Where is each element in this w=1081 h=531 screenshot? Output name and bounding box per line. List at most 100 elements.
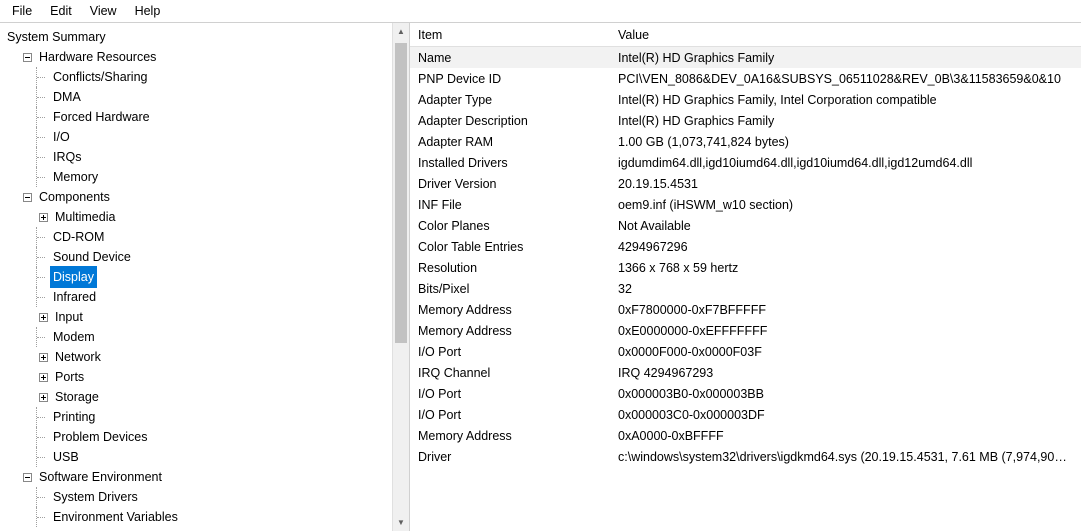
- column-header-item[interactable]: Item: [410, 28, 610, 42]
- menu-file[interactable]: File: [4, 2, 40, 20]
- tree-node-infrared[interactable]: Infrared: [4, 287, 392, 307]
- tree-node-system-drivers[interactable]: System Drivers: [4, 487, 392, 507]
- details-cell-item: I/O Port: [410, 408, 610, 422]
- tree-label: USB: [50, 446, 82, 468]
- details-cell-item: Color Table Entries: [410, 240, 610, 254]
- details-cell-value: 4294967296: [610, 240, 1081, 254]
- expand-icon[interactable]: [36, 210, 50, 224]
- tree-label: Problem Devices: [50, 426, 150, 448]
- tree-label: Input: [52, 306, 86, 328]
- tree-node-storage[interactable]: Storage: [4, 387, 392, 407]
- details-row[interactable]: Adapter TypeIntel(R) HD Graphics Family,…: [410, 89, 1081, 110]
- details-row[interactable]: Memory Address0xA0000-0xBFFFF: [410, 425, 1081, 446]
- tree-node-input[interactable]: Input: [4, 307, 392, 327]
- details-cell-item: Memory Address: [410, 429, 610, 443]
- details-cell-value: PCI\VEN_8086&DEV_0A16&SUBSYS_06511028&RE…: [610, 72, 1081, 86]
- scroll-up-icon[interactable]: ▲: [393, 23, 409, 40]
- details-row[interactable]: I/O Port0x000003B0-0x000003BB: [410, 383, 1081, 404]
- details-cell-item: Driver Version: [410, 177, 610, 191]
- details-row[interactable]: Adapter RAM1.00 GB (1,073,741,824 bytes): [410, 131, 1081, 152]
- details-cell-value: 0x000003C0-0x000003DF: [610, 408, 1081, 422]
- details-cell-value: 20.19.15.4531: [610, 177, 1081, 191]
- details-cell-item: Memory Address: [410, 324, 610, 338]
- tree-label: Conflicts/Sharing: [50, 66, 151, 88]
- collapse-icon[interactable]: [20, 190, 34, 204]
- tree-label: Components: [36, 186, 113, 208]
- tree-label-selected: Display: [50, 266, 97, 288]
- tree-node-hardware-resources[interactable]: Hardware Resources: [4, 47, 392, 67]
- tree-node-ports[interactable]: Ports: [4, 367, 392, 387]
- tree-node-sound-device[interactable]: Sound Device: [4, 247, 392, 267]
- details-row[interactable]: Memory Address0xE0000000-0xEFFFFFFF: [410, 320, 1081, 341]
- tree-node-multimedia[interactable]: Multimedia: [4, 207, 392, 227]
- tree-label: Multimedia: [52, 206, 118, 228]
- details-cell-value: 1.00 GB (1,073,741,824 bytes): [610, 135, 1081, 149]
- tree-label: Memory: [50, 166, 101, 188]
- details-cell-value: oem9.inf (iHSWM_w10 section): [610, 198, 1081, 212]
- tree-node-system-summary[interactable]: System Summary: [4, 27, 392, 47]
- tree-node-environment-variables[interactable]: Environment Variables: [4, 507, 392, 527]
- details-cell-value: 32: [610, 282, 1081, 296]
- tree-node-io[interactable]: I/O: [4, 127, 392, 147]
- details-row[interactable]: Driverc:\windows\system32\drivers\igdkmd…: [410, 446, 1081, 467]
- tree-node-software-environment[interactable]: Software Environment: [4, 467, 392, 487]
- tree-node-cd-rom[interactable]: CD-ROM: [4, 227, 392, 247]
- details-cell-value: 0xF7800000-0xF7BFFFFF: [610, 303, 1081, 317]
- collapse-icon[interactable]: [20, 50, 34, 64]
- expand-icon[interactable]: [36, 350, 50, 364]
- details-row[interactable]: Color PlanesNot Available: [410, 215, 1081, 236]
- details-row[interactable]: IRQ ChannelIRQ 4294967293: [410, 362, 1081, 383]
- tree-node-printing[interactable]: Printing: [4, 407, 392, 427]
- details-row[interactable]: Color Table Entries4294967296: [410, 236, 1081, 257]
- tree-label: Printing: [50, 406, 98, 428]
- details-cell-item: Color Planes: [410, 219, 610, 233]
- details-cell-value: Intel(R) HD Graphics Family, Intel Corpo…: [610, 93, 1081, 107]
- details-header: Item Value: [410, 23, 1081, 47]
- tree-label: DMA: [50, 86, 84, 108]
- menu-view[interactable]: View: [82, 2, 125, 20]
- details-cell-value: Not Available: [610, 219, 1081, 233]
- tree-node-conflicts-sharing[interactable]: Conflicts/Sharing: [4, 67, 392, 87]
- details-row[interactable]: Driver Version20.19.15.4531: [410, 173, 1081, 194]
- menu-help[interactable]: Help: [127, 2, 169, 20]
- details-cell-item: PNP Device ID: [410, 72, 610, 86]
- details-grid[interactable]: NameIntel(R) HD Graphics FamilyPNP Devic…: [410, 47, 1081, 467]
- scroll-thumb[interactable]: [395, 43, 407, 343]
- tree-node-modem[interactable]: Modem: [4, 327, 392, 347]
- details-cell-item: Memory Address: [410, 303, 610, 317]
- menu-edit[interactable]: Edit: [42, 2, 80, 20]
- tree-view[interactable]: System Summary Hardware Resources Confli…: [0, 23, 392, 531]
- details-row[interactable]: PNP Device IDPCI\VEN_8086&DEV_0A16&SUBSY…: [410, 68, 1081, 89]
- tree-node-irqs[interactable]: IRQs: [4, 147, 392, 167]
- details-row[interactable]: Resolution1366 x 768 x 59 hertz: [410, 257, 1081, 278]
- details-row[interactable]: Installed Driversigdumdim64.dll,igd10ium…: [410, 152, 1081, 173]
- tree-node-display[interactable]: Display: [4, 267, 392, 287]
- details-row[interactable]: NameIntel(R) HD Graphics Family: [410, 47, 1081, 68]
- details-cell-value: c:\windows\system32\drivers\igdkmd64.sys…: [610, 450, 1081, 464]
- expand-icon[interactable]: [36, 390, 50, 404]
- tree-scrollbar[interactable]: ▲ ▼: [392, 23, 409, 531]
- details-row[interactable]: I/O Port0x000003C0-0x000003DF: [410, 404, 1081, 425]
- collapse-icon[interactable]: [20, 470, 34, 484]
- details-row[interactable]: Bits/Pixel32: [410, 278, 1081, 299]
- tree-node-usb[interactable]: USB: [4, 447, 392, 467]
- tree-label: Sound Device: [50, 246, 134, 268]
- tree-label: Hardware Resources: [36, 46, 159, 68]
- tree-node-components[interactable]: Components: [4, 187, 392, 207]
- details-row[interactable]: Memory Address0xF7800000-0xF7BFFFFF: [410, 299, 1081, 320]
- expand-icon[interactable]: [36, 370, 50, 384]
- tree-node-forced-hardware[interactable]: Forced Hardware: [4, 107, 392, 127]
- tree-node-dma[interactable]: DMA: [4, 87, 392, 107]
- expand-icon[interactable]: [36, 310, 50, 324]
- details-row[interactable]: INF Fileoem9.inf (iHSWM_w10 section): [410, 194, 1081, 215]
- scroll-down-icon[interactable]: ▼: [393, 514, 409, 531]
- tree-node-network[interactable]: Network: [4, 347, 392, 367]
- details-row[interactable]: I/O Port0x0000F000-0x0000F03F: [410, 341, 1081, 362]
- tree-node-problem-devices[interactable]: Problem Devices: [4, 427, 392, 447]
- tree-label: Software Environment: [36, 466, 165, 488]
- details-row[interactable]: Adapter DescriptionIntel(R) HD Graphics …: [410, 110, 1081, 131]
- tree-label: Infrared: [50, 286, 99, 308]
- column-header-value[interactable]: Value: [610, 28, 1081, 42]
- tree-node-memory[interactable]: Memory: [4, 167, 392, 187]
- tree-label: Ports: [52, 366, 87, 388]
